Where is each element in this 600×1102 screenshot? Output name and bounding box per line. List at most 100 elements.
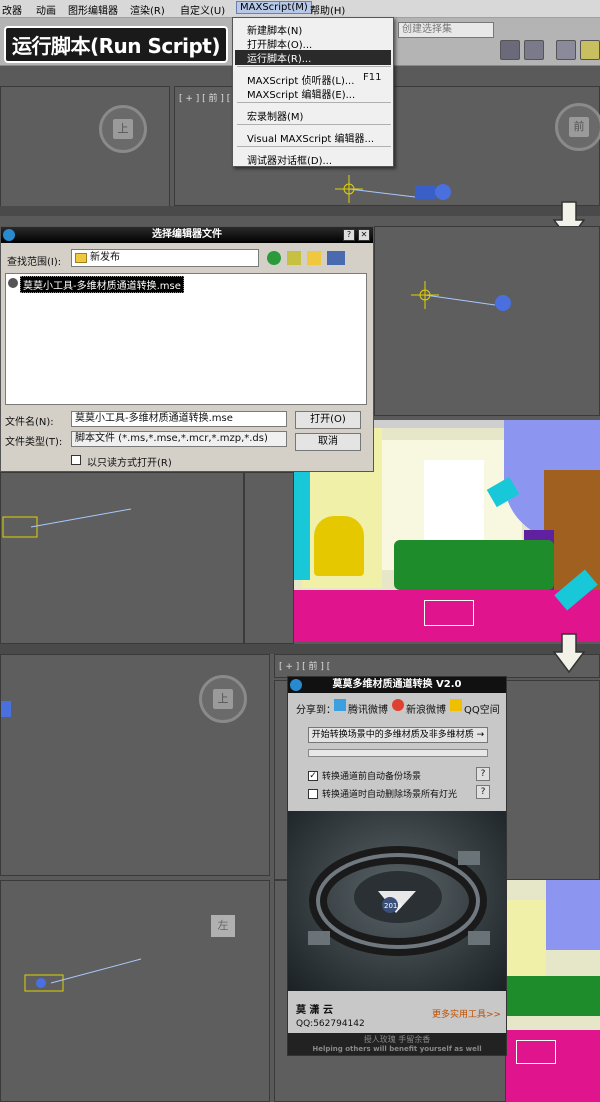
file-list[interactable]: 莫莫小工具-多维材质通道转换.mse (5, 273, 367, 405)
up-folder-icon[interactable] (287, 251, 301, 265)
menu-rendering[interactable]: 渲染(R) (130, 2, 165, 17)
menu-separator (237, 102, 391, 103)
menu-separator (237, 66, 391, 67)
look-in-label: 查找范围(I): (7, 257, 62, 268)
close-icon[interactable]: ✕ (358, 229, 370, 241)
slogan-cn: 授人玫瑰 手留余香 (363, 1035, 431, 1044)
align-icon[interactable] (524, 40, 544, 60)
menu-new-script[interactable]: 新建脚本(N) (247, 22, 302, 37)
app-logo-icon (290, 679, 302, 691)
share-label: 分享到： (296, 705, 336, 716)
file-name-input[interactable]: 莫莫小工具-多维材质通道转换.mse (71, 411, 287, 427)
panel-title-bar: 莫莫多维材质通道转换 V2.0 (288, 677, 506, 693)
menu-debugger[interactable]: 调试器对话框(D)... (247, 152, 332, 167)
app-logo-icon (3, 229, 15, 241)
menu-maxscript[interactable]: MAXScript(M) (236, 1, 312, 14)
viewport-top-left[interactable]: 上 (0, 86, 170, 216)
viewport-persp-label: [ + ] [ 前 ] [ (279, 662, 331, 672)
viewcube-left[interactable]: 左 (211, 915, 247, 943)
start-convert-button[interactable]: 开始转换场景中的多维材质及非多维材质 → (308, 727, 488, 743)
menu-customize[interactable]: 自定义(U) (180, 2, 225, 17)
listener-shortcut: F11 (363, 72, 382, 83)
author-qq: QQ:562794142 (296, 1019, 365, 1029)
viewport-bottom-top[interactable]: 上 (0, 654, 270, 876)
menu-listener[interactable]: MAXScript 侦听器(L)... (247, 72, 354, 87)
help-icon[interactable]: ? (476, 785, 490, 799)
author-name: 莫 潇 云 (296, 1005, 333, 1016)
down-arrow-icon (552, 633, 586, 674)
file-type-select[interactable]: 脚本文件 (*.ms,*.mse,*.mcr,*.mzp,*.ds) (71, 431, 287, 447)
view-menu-icon[interactable] (327, 251, 345, 265)
readonly-checkbox[interactable] (71, 455, 81, 465)
menu-bar: 改器 动画 图形编辑器 渲染(R) 自定义(U) MAXScript(M) 帮助… (0, 0, 600, 18)
panel-footer: 授人玫瑰 手留余香 Helping others will benefit yo… (288, 1033, 506, 1055)
tool-panel: 莫莫多维材质通道转换 V2.0 分享到： 腾讯微博 新浪微博 QQ空间 开始转换… (287, 676, 507, 1056)
share-qq-link[interactable]: QQ空间 (464, 701, 500, 716)
viewcube-top[interactable]: 上 (99, 105, 147, 153)
new-folder-icon[interactable] (307, 251, 321, 265)
open-button[interactable]: 打开(O) (295, 411, 361, 429)
share-tencent-link[interactable]: 腾讯微博 (348, 701, 388, 716)
menu-separator (237, 146, 391, 147)
selection-set-field[interactable]: 创建选择集 (398, 22, 494, 38)
script-file-icon (8, 278, 18, 288)
viewport-left-mid[interactable] (0, 472, 244, 644)
layer-icon[interactable] (556, 40, 576, 60)
menu-animation[interactable]: 动画 (36, 2, 56, 17)
cancel-button[interactable]: 取消 (295, 433, 361, 451)
page-banner-title: 运行脚本(Run Script) (4, 26, 228, 63)
option-backup-label: 转换通道前自动备份场景 (322, 772, 422, 782)
camera-gizmo-3 (2, 508, 132, 538)
share-sina-link[interactable]: 新浪微博 (406, 701, 446, 716)
camera-gizmo-5 (24, 958, 142, 992)
viewcube-front[interactable]: 前 (555, 103, 600, 151)
track-render-graphic: 2013 (308, 846, 490, 956)
tencent-weibo-icon[interactable] (334, 699, 346, 711)
file-name-label: 文件名(N): (5, 417, 54, 428)
viewport-bottom-left[interactable]: 左 (0, 880, 270, 1102)
menu-graph-editors[interactable]: 图形编辑器 (68, 2, 118, 17)
sina-weibo-icon[interactable] (392, 699, 404, 711)
viewport-divider (0, 206, 600, 216)
help-icon[interactable]: ? (343, 229, 355, 241)
viewcube-top-2[interactable]: 上 (199, 675, 247, 723)
menu-help[interactable]: 帮助(H) (310, 2, 345, 17)
panel-artwork: 2013 (288, 811, 506, 991)
readonly-label: 以只读方式打开(R) (87, 458, 172, 469)
back-icon[interactable] (267, 251, 281, 265)
camera-gizmo-4 (1, 701, 11, 717)
panel-title: 莫莫多维材质通道转换 V2.0 (332, 679, 462, 690)
curve-editor-icon[interactable] (580, 40, 600, 60)
menu-visual-editor[interactable]: Visual MAXScript 编辑器... (247, 130, 374, 145)
delete-lights-checkbox[interactable] (308, 789, 318, 799)
viewport-right-mid[interactable] (374, 226, 600, 416)
file-open-dialog: 选择编辑器文件 ? ✕ 查找范围(I): 新发布 莫莫小工具-多维材质通道转换.… (0, 226, 374, 472)
more-tools-link[interactable]: 更多实用工具>> (432, 1007, 501, 1020)
mirror-icon[interactable] (500, 40, 520, 60)
backup-checkbox[interactable]: ✓ (308, 771, 318, 781)
menu-open-script[interactable]: 打开脚本(O)... (247, 36, 312, 51)
menu-editor[interactable]: MAXScript 编辑器(E)... (247, 86, 355, 101)
viewport-divider (0, 644, 600, 654)
dialog-title: 选择编辑器文件 (152, 229, 222, 240)
folder-icon (75, 253, 87, 263)
qzone-icon[interactable] (450, 699, 462, 711)
help-icon[interactable]: ? (476, 767, 490, 781)
viewport-front-label: [ + ] [ 前 ] [ (179, 94, 231, 104)
progress-bar (308, 749, 488, 757)
file-list-item[interactable]: 莫莫小工具-多维材质通道转换.mse (20, 276, 184, 293)
look-in-combo[interactable]: 新发布 (71, 249, 259, 267)
year-badge: 2013 (384, 902, 402, 910)
camera-gizmo-2 (411, 281, 511, 311)
menu-run-script[interactable]: 运行脚本(R)... (235, 50, 391, 65)
menu-modifiers[interactable]: 改器 (2, 2, 22, 17)
viewport-gap (244, 472, 294, 644)
dialog-title-bar: 选择编辑器文件 (1, 227, 373, 243)
menu-separator (237, 124, 391, 125)
rendered-scene-preview-2 (506, 880, 600, 1102)
option-delete-lights-label: 转换通道时自动删除场景所有灯光 (322, 790, 458, 800)
slogan-en: Helping others will benefit yourself as … (312, 1045, 482, 1053)
file-type-label: 文件类型(T): (5, 437, 63, 448)
maxscript-menu: 新建脚本(N) 打开脚本(O)... 运行脚本(R)... MAXScript … (232, 17, 394, 167)
menu-macro-recorder[interactable]: 宏录制器(M) (247, 108, 303, 123)
